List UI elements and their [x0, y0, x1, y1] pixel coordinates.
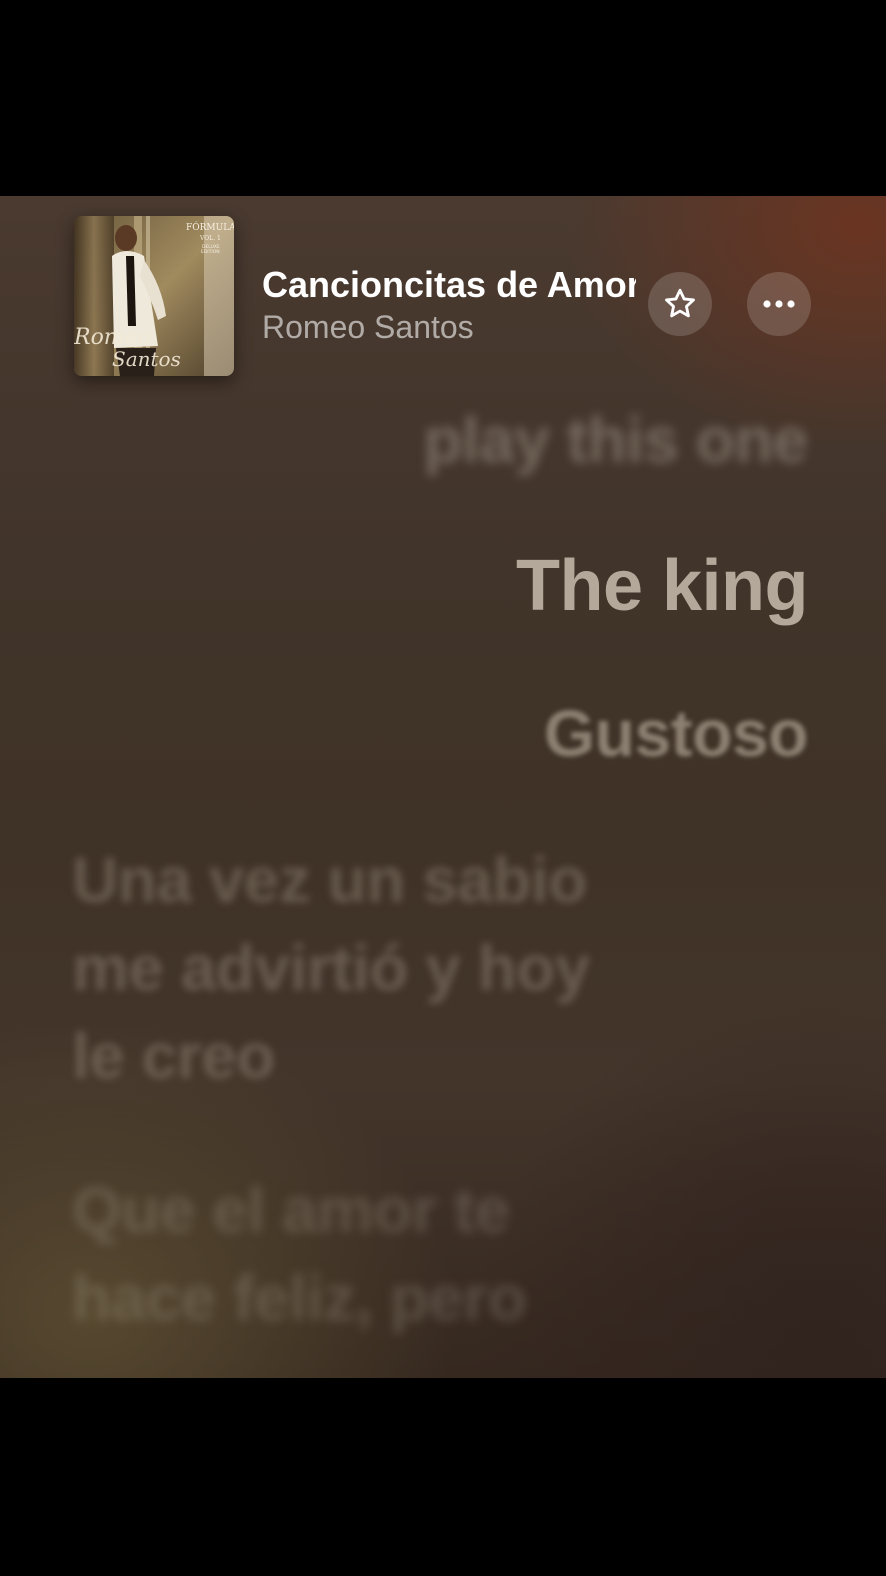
lyrics-player: Romeo Santos FÓRMULA VOL. 1 DELUXE EDITI…	[0, 196, 886, 1378]
lyric-line: le creo	[72, 1020, 275, 1092]
lyric-line-current[interactable]: The king	[516, 544, 809, 628]
lyrics-view[interactable]: play this one The king Gustoso Una vez u…	[0, 196, 886, 1378]
lyric-stanza-1[interactable]: Una vez un sabio me advirtió y hoy le cr…	[72, 836, 590, 1100]
lyric-line: Que el amor te	[72, 1174, 510, 1246]
lyric-line: Una vez un sabio	[72, 844, 587, 916]
lyric-stanza-2[interactable]: Que el amor te hace feliz, pero	[72, 1166, 527, 1342]
lyric-line-previous[interactable]: play this one	[423, 402, 808, 478]
lyric-line: me advirtió y hoy	[72, 932, 590, 1004]
lyric-line-next[interactable]: Gustoso	[544, 693, 809, 773]
lyric-line: hace feliz, pero	[72, 1262, 527, 1334]
phone-screen: Romeo Santos FÓRMULA VOL. 1 DELUXE EDITI…	[0, 0, 886, 1576]
